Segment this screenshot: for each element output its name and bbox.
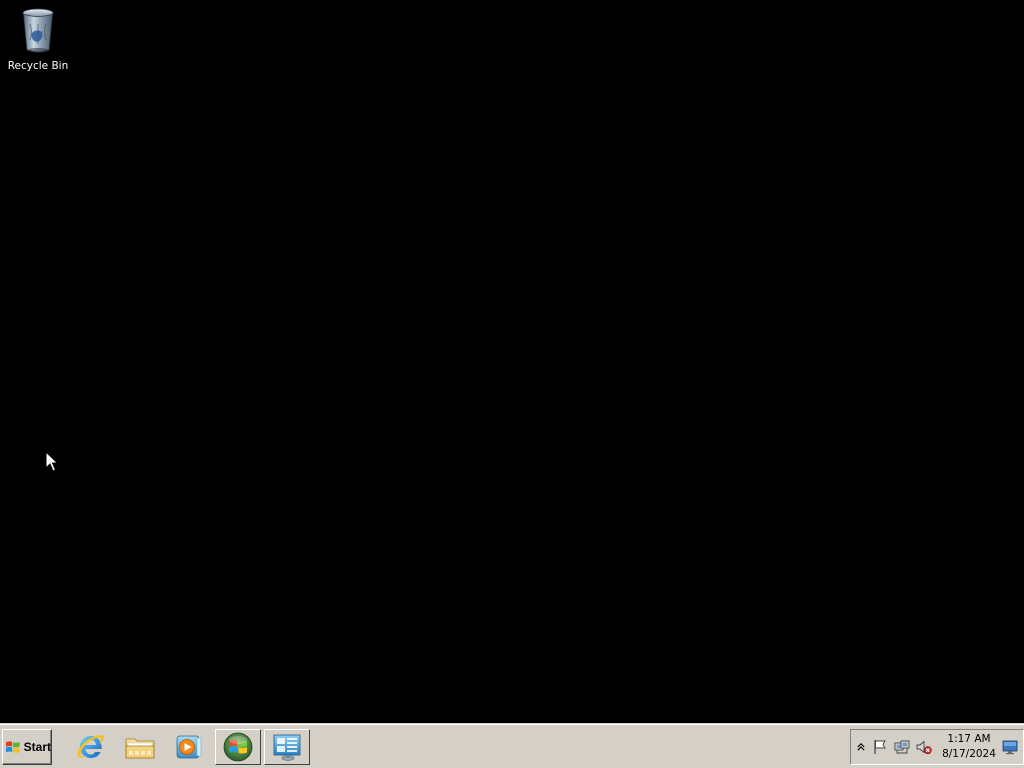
media-player-icon	[176, 735, 202, 759]
flag-icon	[874, 740, 886, 754]
monitor-icon	[1002, 740, 1018, 755]
show-hidden-icons-button[interactable]	[853, 737, 869, 757]
taskbar-item-windows-explorer[interactable]	[117, 729, 163, 765]
system-tray: 1:17 AM 8/17/2024	[850, 729, 1024, 765]
taskbar-clock[interactable]: 1:17 AM 8/17/2024	[939, 732, 999, 762]
windows-logo-icon	[5, 741, 20, 753]
taskbar-item-windows-media-player[interactable]	[166, 729, 212, 765]
taskbar-item-windows-update[interactable]	[215, 729, 261, 765]
start-button[interactable]: Start	[2, 729, 52, 765]
server-manager-icon	[273, 734, 301, 761]
recycle-bin-label: Recycle Bin	[7, 60, 69, 72]
network-icon	[894, 740, 910, 754]
taskbar-item-internet-explorer[interactable]	[68, 729, 114, 765]
folder-icon	[125, 738, 155, 759]
clock-time: 1:17 AM	[947, 733, 991, 745]
chevron-up-icon	[857, 743, 865, 751]
tray-network[interactable]	[891, 737, 913, 757]
windows-orb-icon	[223, 732, 253, 762]
quick-launch-bar	[68, 729, 313, 765]
taskbar-item-server-manager[interactable]	[264, 729, 310, 765]
volume-muted-icon	[916, 740, 932, 755]
tray-action-center[interactable]	[869, 737, 891, 757]
taskbar: Start 1:17 AM 8/17/2024	[0, 723, 1024, 768]
tray-volume[interactable]	[913, 737, 935, 757]
mouse-cursor-icon	[45, 451, 59, 472]
clock-date: 8/17/2024	[942, 748, 996, 760]
recycle-bin-desktop-icon[interactable]: Recycle Bin	[4, 4, 72, 74]
start-label: Start	[23, 740, 51, 754]
internet-explorer-icon	[77, 735, 105, 758]
show-desktop-button[interactable]	[1001, 737, 1019, 757]
desktop[interactable]: Recycle Bin	[0, 0, 1024, 724]
recycle-bin-icon	[22, 8, 54, 53]
